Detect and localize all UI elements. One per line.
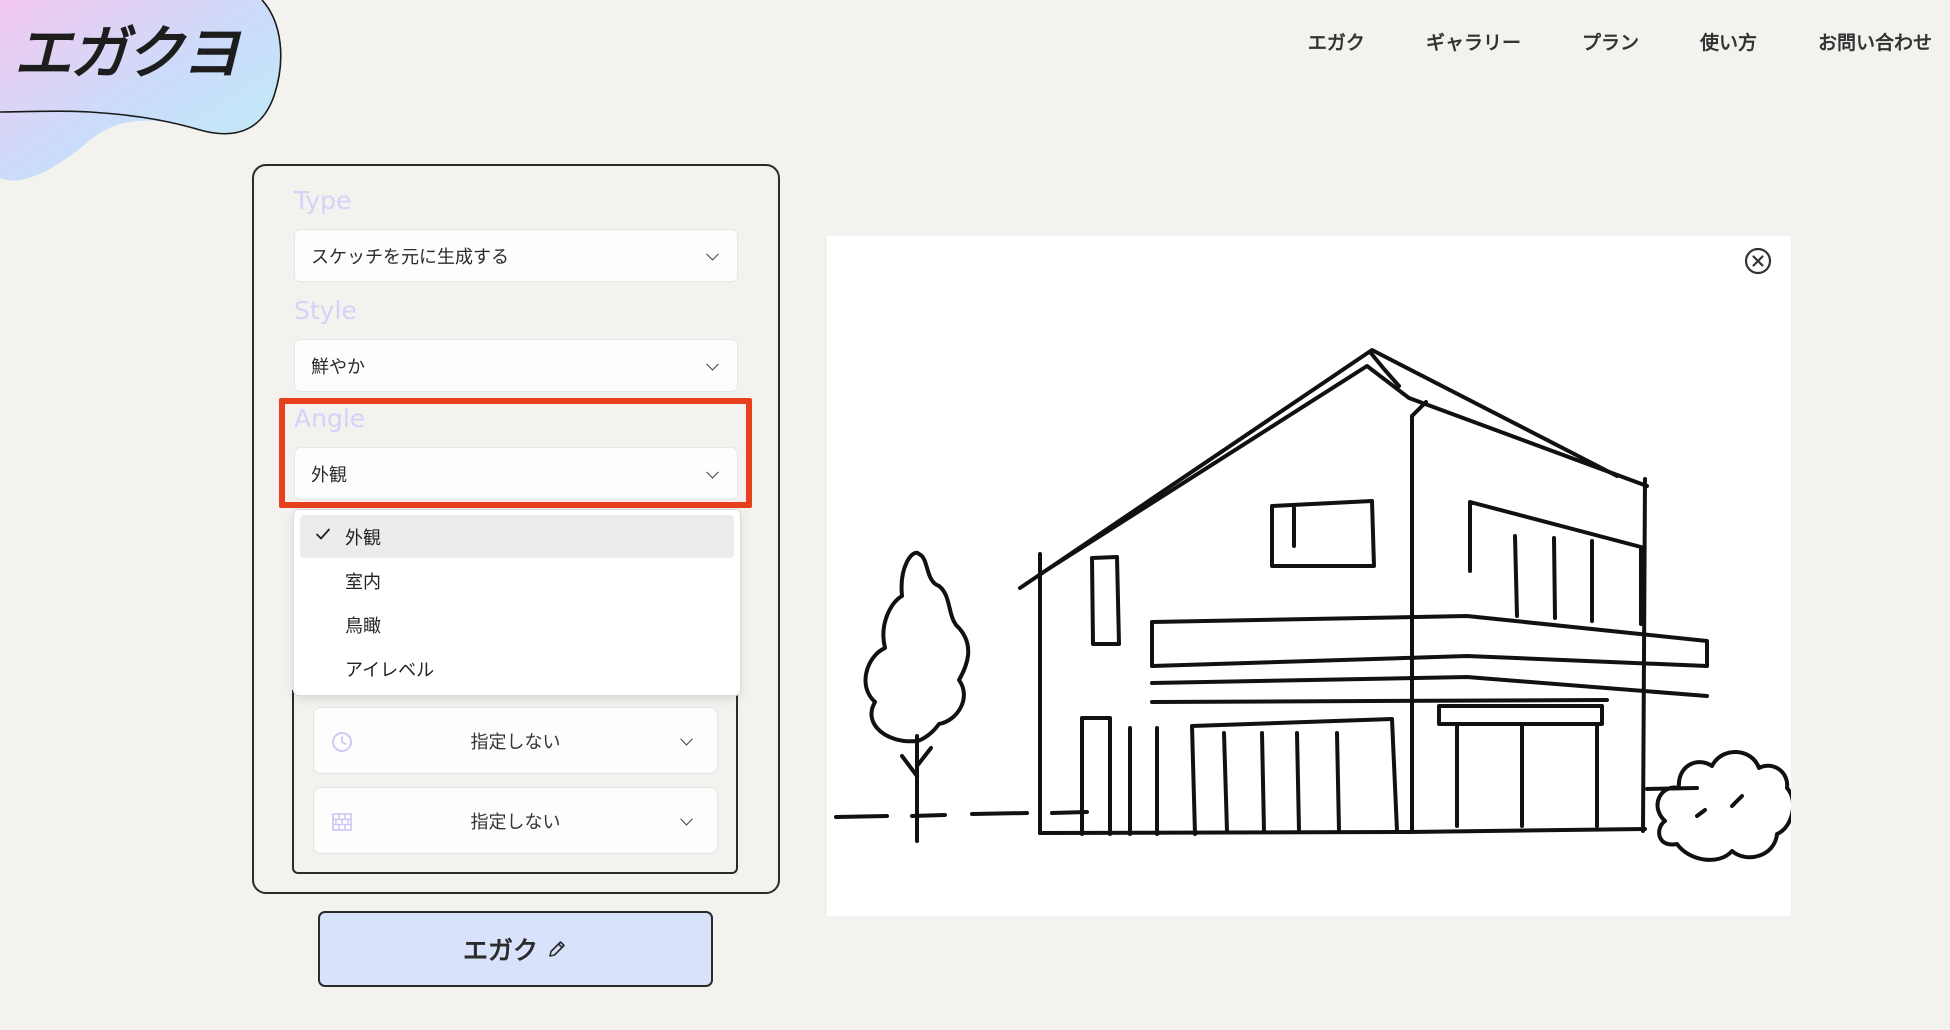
angle-option-label: 鳥瞰 bbox=[345, 615, 381, 637]
style-label: Style bbox=[294, 296, 357, 325]
angle-option-label: アイレベル bbox=[345, 659, 435, 681]
style-select[interactable]: 鮮やか bbox=[294, 339, 738, 392]
nav-item-gallery[interactable]: ギャラリー bbox=[1426, 28, 1521, 55]
type-select[interactable]: スケッチを元に生成する bbox=[294, 229, 738, 282]
nav-item-egaku[interactable]: エガク bbox=[1308, 28, 1365, 55]
type-label: Type bbox=[294, 186, 352, 215]
chevron-down-icon bbox=[680, 732, 693, 746]
sketch-preview bbox=[827, 236, 1796, 916]
brick-icon bbox=[332, 813, 352, 831]
time-select-value: 指定しない bbox=[470, 731, 561, 753]
clock-icon bbox=[332, 732, 352, 752]
angle-option-label: 外観 bbox=[345, 527, 381, 549]
house-sketch-image bbox=[834, 348, 1796, 862]
generate-button-label: エガク bbox=[462, 936, 538, 965]
style-select-value: 鮮やか bbox=[311, 356, 365, 378]
top-nav: エガク ギャラリー プラン 使い方 お問い合わせ bbox=[1247, 28, 1932, 55]
generate-button[interactable]: エガク bbox=[318, 911, 713, 987]
chevron-down-icon bbox=[680, 812, 693, 826]
check-icon bbox=[316, 528, 330, 540]
nav-item-how-to-use[interactable]: 使い方 bbox=[1700, 28, 1757, 55]
angle-highlight-box bbox=[279, 398, 752, 508]
nav-item-plan[interactable]: プラン bbox=[1582, 28, 1639, 55]
angle-option-interior[interactable]: 室内 bbox=[300, 559, 734, 602]
close-icon[interactable] bbox=[1743, 246, 1773, 276]
logo-text: エガクヨ bbox=[14, 19, 240, 87]
pencil-icon bbox=[549, 941, 565, 957]
angle-option-exterior[interactable]: 外観 bbox=[300, 515, 734, 558]
time-select[interactable]: 指定しない bbox=[313, 707, 718, 774]
material-select[interactable]: 指定しない bbox=[313, 787, 718, 854]
logo[interactable]: エガクヨ bbox=[0, 0, 290, 190]
angle-option-birds-eye[interactable]: 鳥瞰 bbox=[300, 603, 734, 646]
material-select-value: 指定しない bbox=[470, 811, 561, 833]
chevron-down-icon bbox=[706, 357, 719, 371]
angle-option-eye-level[interactable]: アイレベル bbox=[300, 647, 734, 690]
chevron-down-icon bbox=[706, 247, 719, 261]
type-select-value: スケッチを元に生成する bbox=[311, 246, 509, 268]
nav-item-contact[interactable]: お問い合わせ bbox=[1818, 28, 1932, 55]
angle-option-label: 室内 bbox=[345, 571, 381, 593]
angle-dropdown-menu: 外観 室内 鳥瞰 アイレベル bbox=[293, 509, 741, 696]
